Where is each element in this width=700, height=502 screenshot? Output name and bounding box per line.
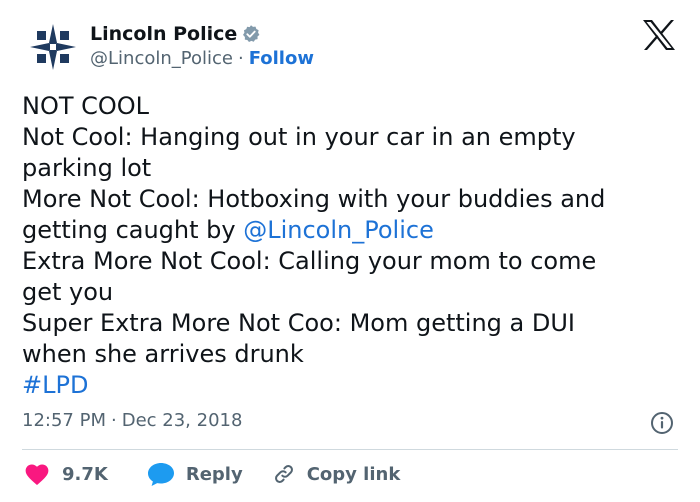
like-button[interactable]: 9.7K	[24, 462, 108, 486]
text-line: NOT COOL	[22, 92, 150, 120]
reply-button[interactable]: Reply	[146, 461, 243, 487]
action-bar: 9.7K Reply Copy link	[22, 458, 400, 490]
tweet-card: Lincoln Police @Lincoln_Police · Follow …	[0, 0, 700, 502]
separator-dot: ·	[110, 410, 117, 431]
info-icon[interactable]	[650, 411, 674, 435]
heart-icon	[25, 464, 49, 486]
text-line: Super Extra More Not Coo: Mom getting a …	[22, 309, 575, 337]
x-logo-icon[interactable]	[641, 18, 677, 52]
post-date: Dec 23, 2018	[121, 410, 243, 431]
divider	[22, 449, 678, 450]
separator-dot: ·	[237, 48, 244, 69]
text-fragment: getting caught by	[22, 216, 244, 244]
copy-link-label: Copy link	[306, 463, 401, 485]
post-time: 12:57 PM	[22, 410, 106, 431]
text-line: Extra More Not Cool: Calling your mom to…	[22, 247, 597, 275]
text-line: when she arrives drunk	[22, 340, 304, 368]
timestamp[interactable]: 12:57 PM · Dec 23, 2018	[22, 410, 242, 431]
display-name[interactable]: Lincoln Police	[90, 23, 237, 45]
text-line: parking lot	[22, 154, 152, 182]
copy-link-button[interactable]: Copy link	[273, 463, 401, 485]
speech-bubble-icon	[147, 463, 174, 486]
link-icon	[274, 465, 293, 483]
verified-badge-icon	[243, 25, 260, 42]
reply-label: Reply	[185, 463, 243, 485]
like-count: 9.7K	[62, 463, 108, 485]
hashtag-link[interactable]: #LPD	[22, 370, 672, 401]
lincoln-police-star-logo[interactable]	[28, 22, 78, 72]
author-name-row: Lincoln Police	[90, 22, 261, 46]
text-line-with-mention: getting caught by @Lincoln_Police	[22, 215, 672, 246]
follow-button[interactable]: Follow	[249, 48, 314, 69]
user-handle[interactable]: @Lincoln_Police	[90, 48, 233, 69]
handle-row: @Lincoln_Police · Follow	[90, 48, 314, 69]
mention-link[interactable]: @Lincoln_Police	[243, 216, 434, 244]
text-line: get you	[22, 278, 114, 306]
text-line: Not Cool: Hanging out in your car in an …	[22, 123, 576, 151]
text-line: More Not Cool: Hotboxing with your buddi…	[22, 185, 606, 213]
tweet-text: NOT COOL Not Cool: Hanging out in your c…	[22, 91, 672, 401]
